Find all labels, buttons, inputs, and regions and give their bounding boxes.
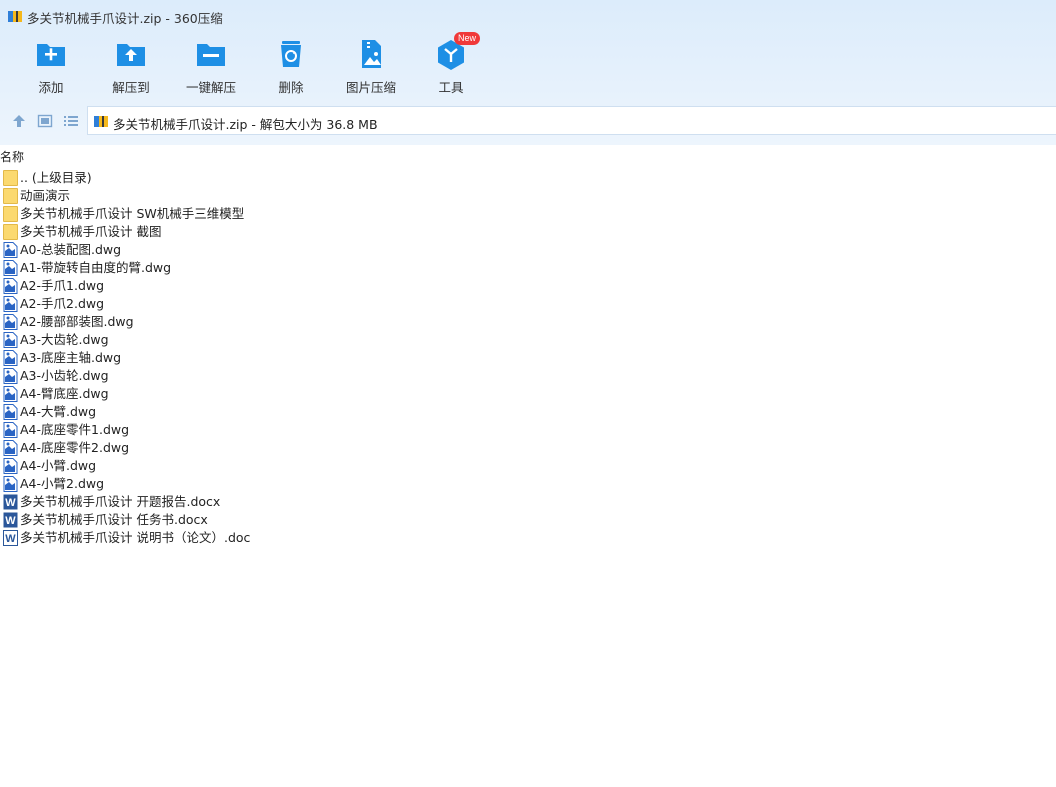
file-row[interactable]: A2-手爪2.dwg — [0, 295, 1056, 313]
folder-icon — [3, 206, 18, 222]
file-name: A2-手爪2.dwg — [20, 296, 105, 311]
delete-label: 删除 — [278, 80, 304, 95]
file-row[interactable]: A4-大臂.dwg — [0, 403, 1056, 421]
dwg-file-icon — [3, 368, 18, 384]
dwg-file-icon — [3, 350, 18, 366]
zip-file-icon — [94, 116, 108, 127]
file-row[interactable]: A4-底座零件1.dwg — [0, 421, 1056, 439]
folder-row[interactable]: 动画演示 — [0, 187, 1056, 205]
list-view-icon[interactable] — [63, 113, 79, 129]
address-text: 多关节机械手爪设计.zip - 解包大小为 36.8 MB — [113, 117, 378, 132]
file-name: A4-大臂.dwg — [20, 404, 97, 419]
navigation-row: 多关节机械手爪设计.zip - 解包大小为 36.8 MB — [0, 106, 1056, 136]
file-name: .. (上级目录) — [20, 170, 92, 185]
folder-icon — [3, 170, 18, 186]
file-name: A2-手爪1.dwg — [20, 278, 105, 293]
file-row[interactable]: A3-大齿轮.dwg — [0, 331, 1056, 349]
dwg-file-icon — [3, 314, 18, 330]
add-icon — [37, 44, 65, 66]
file-name: 多关节机械手爪设计 截图 — [20, 224, 162, 239]
svg-text:W: W — [5, 533, 16, 545]
delete-button[interactable]: 删除 — [251, 36, 331, 98]
title-bar: 多关节机械手爪设计.zip - 360压缩 — [0, 0, 1056, 32]
file-row[interactable]: A2-腰部部装图.dwg — [0, 313, 1056, 331]
one-click-extract-button[interactable]: 一键解压 — [171, 36, 251, 98]
one-click-extract-label: 一键解压 — [185, 80, 236, 95]
toolbar: 添加 解压到 一键解压 删除 图片压缩 工具 New — [0, 32, 1056, 98]
column-header-label: 名称 — [0, 150, 25, 164]
file-row[interactable]: A4-臂底座.dwg — [0, 385, 1056, 403]
dwg-file-icon — [3, 386, 18, 402]
zip-app-icon — [8, 11, 22, 22]
file-row[interactable]: A1-带旋转自由度的臂.dwg — [0, 259, 1056, 277]
file-row[interactable]: W 多关节机械手爪设计 开题报告.docx — [0, 493, 1056, 511]
dwg-file-icon — [3, 260, 18, 276]
folder-icon — [3, 188, 18, 204]
dwg-file-icon — [3, 458, 18, 474]
word-doc-icon: W — [3, 530, 18, 546]
file-name: 多关节机械手爪设计 任务书.docx — [20, 512, 208, 527]
one-click-extract-icon — [197, 44, 225, 66]
up-arrow-icon[interactable] — [11, 113, 27, 129]
svg-text:W: W — [5, 497, 16, 509]
tools-button[interactable]: 工具 — [411, 36, 491, 98]
file-name: 多关节机械手爪设计 说明书（论文）.doc — [20, 530, 251, 545]
file-row[interactable]: A3-底座主轴.dwg — [0, 349, 1056, 367]
file-row[interactable]: A4-小臂.dwg — [0, 457, 1056, 475]
dwg-file-icon — [3, 242, 18, 258]
top-chrome: 多关节机械手爪设计.zip - 360压缩 添加 解压到 一键解压 删除 图片压… — [0, 0, 1056, 145]
add-label: 添加 — [38, 80, 64, 95]
file-name: A4-小臂.dwg — [20, 458, 97, 473]
file-row[interactable]: A2-手爪1.dwg — [0, 277, 1056, 295]
tools-label: 工具 — [438, 80, 464, 95]
file-row[interactable]: A3-小齿轮.dwg — [0, 367, 1056, 385]
dwg-file-icon — [3, 440, 18, 456]
svg-text:W: W — [5, 515, 16, 527]
column-header-name[interactable]: 名称 — [0, 148, 1056, 166]
folder-row[interactable]: 多关节机械手爪设计 SW机械手三维模型 — [0, 205, 1056, 223]
file-row[interactable]: A4-小臂2.dwg — [0, 475, 1056, 493]
dwg-file-icon — [3, 332, 18, 348]
dwg-file-icon — [3, 296, 18, 312]
extract-to-icon — [117, 44, 145, 66]
extract-to-label: 解压到 — [112, 80, 150, 95]
file-name: A1-带旋转自由度的臂.dwg — [20, 260, 172, 275]
file-name: 多关节机械手爪设计 开题报告.docx — [20, 494, 221, 509]
file-name: A4-底座零件1.dwg — [20, 422, 130, 437]
word-file-icon: W — [3, 494, 18, 510]
file-row[interactable]: A0-总装配图.dwg — [0, 241, 1056, 259]
dwg-file-icon — [3, 278, 18, 294]
file-name: A3-底座主轴.dwg — [20, 350, 122, 365]
recycle-delete-icon — [281, 41, 301, 67]
add-button[interactable]: 添加 — [11, 36, 91, 98]
dwg-file-icon — [3, 476, 18, 492]
file-list: .. (上级目录) 动画演示多关节机械手爪设计 SW机械手三维模型 多关节机械手爪设… — [0, 169, 1056, 547]
file-row[interactable]: W 多关节机械手爪设计 说明书（论文）.doc — [0, 529, 1056, 547]
folder-icon — [3, 224, 18, 240]
file-name: A4-小臂2.dwg — [20, 476, 105, 491]
thumbnail-view-icon[interactable] — [37, 113, 53, 129]
window-title: 多关节机械手爪设计.zip - 360压缩 — [27, 11, 223, 26]
file-name: A4-底座零件2.dwg — [20, 440, 130, 455]
file-name: 动画演示 — [20, 188, 71, 203]
image-compress-icon — [362, 40, 381, 68]
file-name: A3-小齿轮.dwg — [20, 368, 109, 383]
address-bar[interactable]: 多关节机械手爪设计.zip - 解包大小为 36.8 MB — [87, 106, 1056, 135]
dwg-file-icon — [3, 422, 18, 438]
file-name: A0-总装配图.dwg — [20, 242, 122, 257]
file-name: A3-大齿轮.dwg — [20, 332, 109, 347]
file-row[interactable]: A4-底座零件2.dwg — [0, 439, 1056, 457]
extract-to-button[interactable]: 解压到 — [91, 36, 171, 98]
dwg-file-icon — [3, 404, 18, 420]
new-badge: New — [454, 32, 480, 45]
file-name: A2-腰部部装图.dwg — [20, 314, 134, 329]
image-compress-button[interactable]: 图片压缩 — [331, 36, 411, 98]
file-name: 多关节机械手爪设计 SW机械手三维模型 — [20, 206, 245, 221]
file-row[interactable]: W 多关节机械手爪设计 任务书.docx — [0, 511, 1056, 529]
folder-row[interactable]: 多关节机械手爪设计 截图 — [0, 223, 1056, 241]
word-file-icon: W — [3, 512, 18, 528]
folder-row[interactable]: .. (上级目录) — [0, 169, 1056, 187]
file-name: A4-臂底座.dwg — [20, 386, 109, 401]
image-compress-label: 图片压缩 — [345, 80, 396, 95]
